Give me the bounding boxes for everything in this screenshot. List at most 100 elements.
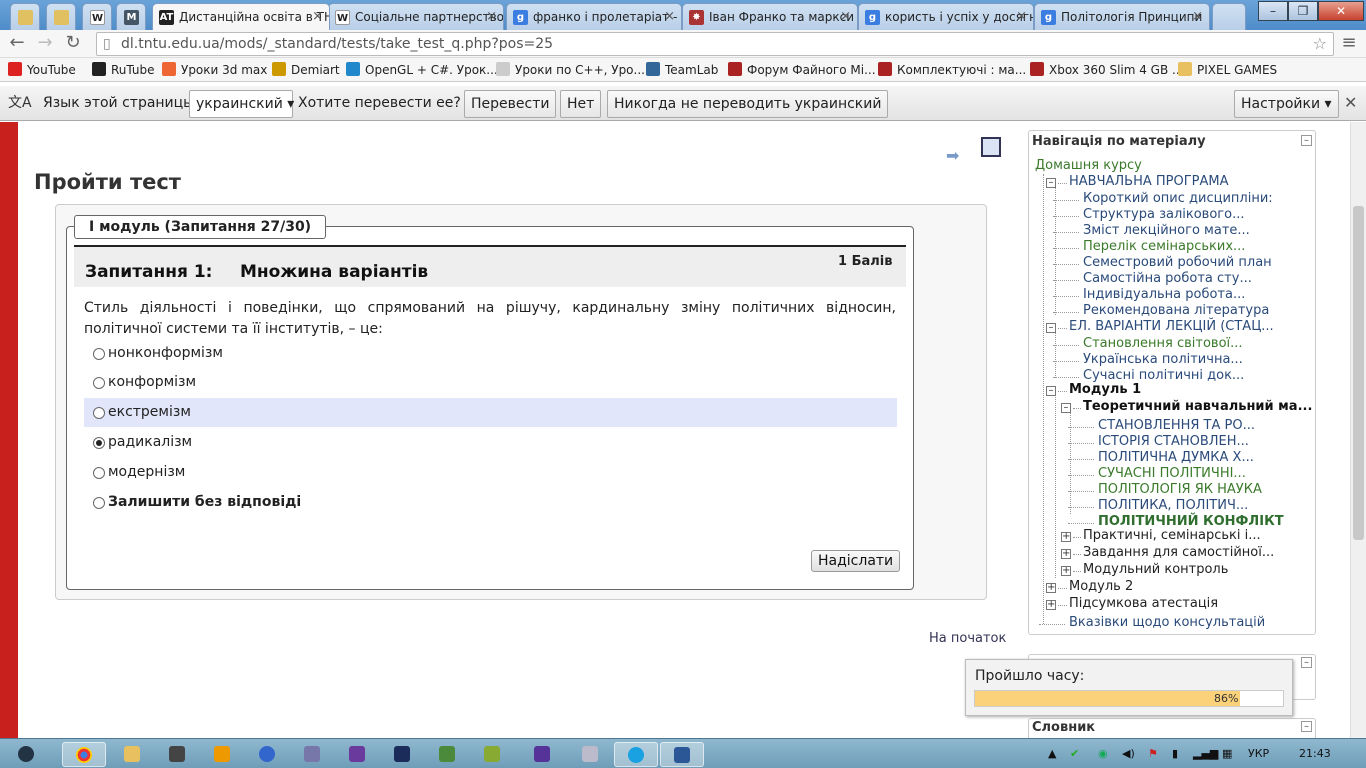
toggle-sidebar-icon[interactable] [981, 137, 1001, 157]
address-bar[interactable]: ▯ dl.tntu.edu.ua/mods/_standard/tests/ta… [96, 32, 1334, 56]
tab-6[interactable]: g франко і пролетаріат - × [506, 3, 682, 30]
nav-item[interactable]: Рекомендована література [1083, 303, 1269, 318]
player-taskbar-icon[interactable] [200, 742, 244, 767]
tab-9[interactable]: g Політологія Принципи × [1034, 3, 1210, 30]
scrollbar[interactable] [1350, 122, 1366, 738]
bookmark-item[interactable]: Комплектуючі : ма... [878, 62, 1026, 77]
volume-icon[interactable]: ◀) [1122, 747, 1135, 760]
start-button[interactable] [12, 742, 40, 767]
visual-studio-taskbar-icon[interactable] [335, 742, 379, 767]
nav-item[interactable]: Модуль 1 [1069, 382, 1141, 397]
nav-item[interactable]: Українська політична... [1083, 352, 1243, 367]
expand-icon[interactable]: + [1046, 600, 1056, 610]
maximize-button[interactable]: ❐ [1288, 1, 1318, 21]
collapse-block-icon[interactable]: – [1301, 657, 1312, 668]
nav-item[interactable]: Структура залікового... [1083, 207, 1244, 222]
collapse-dictionary-icon[interactable]: – [1301, 721, 1312, 732]
menu-icon[interactable]: ≡ [1338, 32, 1360, 54]
calculator-taskbar-icon[interactable] [568, 742, 612, 767]
close-window-button[interactable]: ✕ [1318, 1, 1364, 21]
radio-button[interactable] [93, 497, 105, 509]
photoshop-taskbar-icon[interactable] [380, 742, 424, 767]
nav-item[interactable]: ІСТОРІЯ СТАНОВЛЕН... [1098, 434, 1249, 449]
close-tab-icon[interactable]: × [840, 9, 851, 24]
close-tab-icon[interactable]: × [1192, 9, 1203, 24]
scrollbar-thumb[interactable] [1353, 206, 1364, 540]
radio-button[interactable] [93, 348, 105, 360]
collapse-nav-icon[interactable]: – [1301, 135, 1312, 146]
bookmark-item[interactable]: Форум Файного Мі... [728, 62, 876, 77]
nav-item[interactable]: Індивідуальна робота... [1083, 287, 1245, 302]
answer-option[interactable]: радикалізм [84, 428, 897, 457]
back-icon[interactable]: ← [6, 32, 28, 54]
close-tab-icon[interactable]: × [312, 9, 323, 24]
answer-option[interactable]: екстремізм [84, 398, 897, 427]
nav-item[interactable]: ЕЛ. ВАРІАНТИ ЛЕКЦІЙ (СТАЦ... [1069, 319, 1274, 334]
forward-icon[interactable]: → [34, 32, 56, 54]
radio-button[interactable] [93, 437, 105, 449]
nav-item[interactable]: ПОЛІТИЧНИЙ КОНФЛІКТ [1098, 514, 1284, 529]
answer-option[interactable]: конформізм [84, 368, 897, 397]
close-tab-icon[interactable]: × [1016, 9, 1027, 24]
nav-item[interactable]: Становлення світової... [1083, 336, 1243, 351]
collapse-icon[interactable]: – [1046, 323, 1056, 333]
bookmark-item[interactable]: TeamLab [646, 62, 718, 77]
signal-icon[interactable]: ▂▄▆ [1193, 747, 1218, 760]
submit-button[interactable]: Надіслати [811, 550, 901, 572]
app-taskbar-icon[interactable] [245, 742, 289, 767]
nav-item[interactable]: Перелік семінарських... [1083, 239, 1245, 254]
nav-item[interactable]: Практичні, семінарські і... [1083, 528, 1261, 543]
nav-item[interactable]: СУЧАСНІ ПОЛІТИЧНІ... [1098, 466, 1246, 481]
nav-item[interactable]: Завдання для самостійної... [1083, 545, 1274, 560]
tab-1[interactable] [46, 3, 76, 30]
tab-3[interactable]: M [116, 3, 146, 30]
bookmark-star-icon[interactable]: ☆ [1313, 33, 1327, 55]
no-button[interactable]: Нет [560, 90, 602, 118]
expand-icon[interactable]: + [1061, 566, 1071, 576]
bookmark-item[interactable]: PIXEL GAMES [1178, 62, 1277, 77]
collapse-icon[interactable]: – [1046, 178, 1056, 188]
collapse-icon[interactable]: – [1061, 403, 1071, 413]
skype-taskbar-icon[interactable] [614, 742, 658, 767]
language-select[interactable]: украинский ▾ [189, 90, 294, 118]
chrome-taskbar-icon[interactable] [62, 742, 106, 767]
bookmark-item[interactable]: Demiart [272, 62, 340, 77]
nav-item[interactable]: НАВЧАЛЬНА ПРОГРАМА [1069, 174, 1229, 189]
radio-button[interactable] [93, 467, 105, 479]
explorer-taskbar-icon[interactable] [110, 742, 154, 767]
media-taskbar-icon[interactable] [155, 742, 199, 767]
tab-7[interactable]: ✸ Іван Франко та маркси × [682, 3, 858, 30]
expand-icon[interactable]: + [1046, 583, 1056, 593]
close-tab-icon[interactable]: × [486, 9, 497, 24]
to-start-link[interactable]: На початок [929, 631, 1006, 646]
reload-icon[interactable]: ↻ [62, 32, 84, 54]
tray-arrow-icon[interactable]: ▲ [1048, 747, 1056, 760]
nav-item[interactable]: ПОЛІТИКА, ПОЛІТИЧ... [1098, 498, 1248, 513]
bookmark-item[interactable]: Xbox 360 Slim 4 GB ... [1030, 62, 1183, 77]
never-translate-button[interactable]: Никогда не переводить украинский [607, 90, 889, 118]
bookmark-item[interactable]: OpenGL + C#. Урок... [346, 62, 498, 77]
app5-taskbar-icon[interactable] [520, 742, 564, 767]
expand-icon[interactable]: + [1061, 532, 1071, 542]
expand-icon[interactable]: + [1061, 549, 1071, 559]
tray-check-icon[interactable]: ✔ [1070, 747, 1079, 760]
nav-item[interactable]: Модульний контроль [1083, 562, 1228, 577]
nav-item[interactable]: Самостійна робота сту... [1083, 271, 1252, 286]
nav-item[interactable]: Сучасні політичні док... [1083, 368, 1244, 383]
answer-option[interactable]: нонконформізм [84, 339, 897, 368]
settings-button[interactable]: Настройки ▾ [1234, 90, 1339, 118]
close-translate-icon[interactable]: ✕ [1344, 93, 1357, 112]
nav-item[interactable]: Модуль 2 [1069, 579, 1133, 594]
nav-item[interactable]: Вказівки щодо консультацій [1069, 615, 1265, 630]
nav-item[interactable]: ПОЛІТОЛОГІЯ ЯК НАУКА [1098, 482, 1262, 497]
tab-0[interactable] [10, 3, 40, 30]
keyboard-language[interactable]: УКР [1248, 747, 1269, 760]
word-taskbar-icon[interactable] [660, 742, 704, 767]
radio-button[interactable] [93, 407, 105, 419]
bookmark-item[interactable]: Уроки по C++, Уро... [496, 62, 645, 77]
arrow-right-icon[interactable]: ➡ [946, 146, 959, 165]
tray-flag-icon[interactable]: ⚑ [1148, 747, 1158, 760]
tray-status-icon[interactable]: ◉ [1098, 747, 1108, 760]
bookmark-item[interactable]: YouTube [8, 62, 76, 77]
nav-item[interactable]: СТАНОВЛЕННЯ ТА РО... [1098, 418, 1255, 433]
